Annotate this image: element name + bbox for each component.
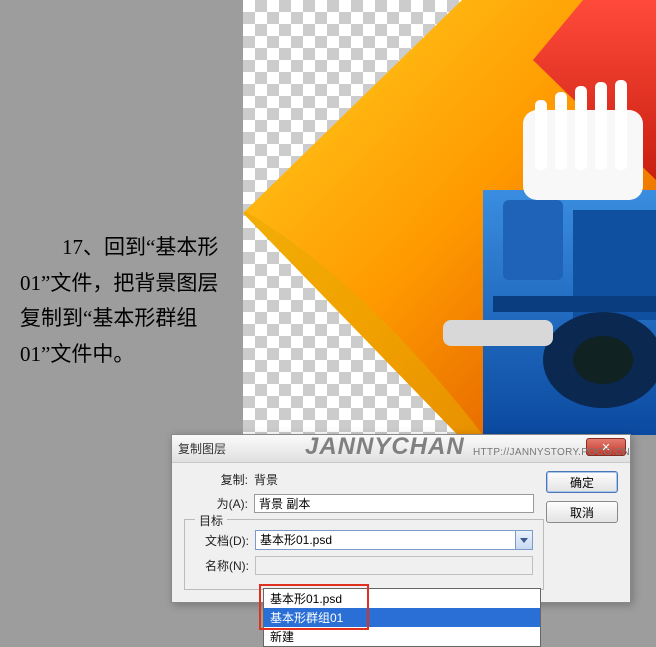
- name-label: 名称(N):: [193, 557, 249, 574]
- as-input[interactable]: [254, 494, 534, 513]
- as-label: 为(A):: [184, 495, 248, 512]
- ok-button[interactable]: 确定: [546, 471, 618, 493]
- document-combobox-text: 基本形01.psd: [255, 530, 515, 550]
- image-canvas: [243, 0, 656, 435]
- document-dropdown-list: 基本形01.psd 基本形群组01 新建: [263, 588, 541, 647]
- document-combobox[interactable]: 基本形01.psd: [255, 530, 533, 550]
- dropdown-option[interactable]: 基本形01.psd: [264, 589, 540, 608]
- target-fieldset: 目标 文档(D): 基本形01.psd 名称(N): 基本形01.psd 基本形…: [184, 519, 544, 590]
- chevron-down-icon[interactable]: [515, 530, 533, 550]
- dropdown-option[interactable]: 基本形群组01: [264, 608, 540, 627]
- cancel-button[interactable]: 取消: [546, 501, 618, 523]
- dropdown-option[interactable]: 新建: [264, 627, 540, 646]
- document-label: 文档(D):: [193, 532, 249, 549]
- instruction-text: 17、回到“基本形01”文件，把背景图层复制到“基本形群组01”文件中。: [20, 230, 230, 373]
- target-legend: 目标: [195, 512, 227, 529]
- name-input-disabled: [255, 556, 533, 575]
- watermark-url: HTTP://JANNYSTORY.POCO.CN: [473, 447, 630, 458]
- watermark-brand: JANNYCHAN: [305, 433, 465, 461]
- copy-label: 复制:: [184, 471, 248, 488]
- dialog-title: 复制图层: [178, 440, 226, 457]
